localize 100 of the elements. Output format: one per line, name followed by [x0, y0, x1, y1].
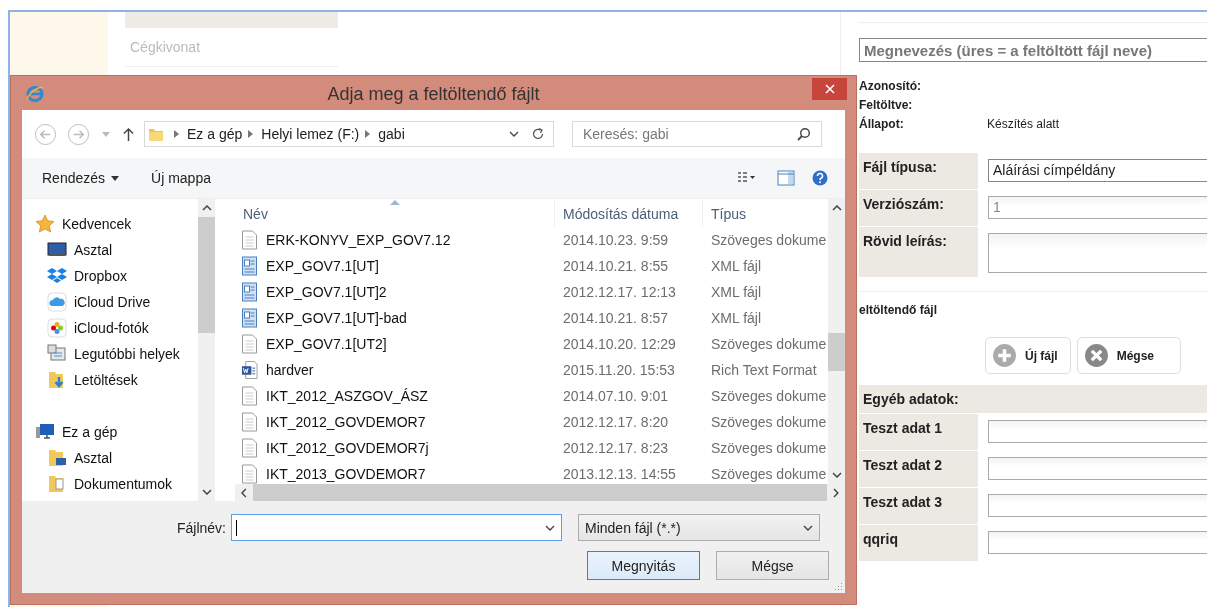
file-row[interactable]: EXP_GOV7.1[UT]-bad 2014.10.21. 8:57 XML fájl — [235, 305, 828, 331]
scroll-down-icon[interactable] — [201, 489, 212, 495]
dropdown-icon[interactable] — [803, 524, 813, 531]
file-type: Szöveges dokume — [710, 232, 828, 248]
organize-menu[interactable]: Rendezés — [32, 166, 130, 190]
info-value: Készítés alatt — [987, 116, 1060, 131]
nav-item[interactable]: Dropbox — [22, 263, 198, 289]
version-field[interactable]: 1 — [988, 196, 1207, 219]
nav-item[interactable]: Asztal — [22, 445, 198, 471]
input-field[interactable] — [988, 494, 1207, 517]
nav-item[interactable]: Legutóbbi helyek — [22, 341, 198, 367]
nav-item[interactable]: iCloud-fotók — [22, 315, 198, 341]
file-date: 2013.12.13. 14:55 — [562, 466, 677, 482]
forward-icon[interactable] — [67, 122, 90, 146]
scroll-up-icon[interactable] — [831, 205, 842, 211]
field-label: Teszt adat 1 — [859, 414, 978, 450]
file-name: IKT_2012_ASZGOV_ÁSZ — [266, 388, 428, 404]
input-field[interactable] — [988, 531, 1207, 554]
up-arrow-icon[interactable] — [123, 126, 134, 142]
cloud-icon — [47, 292, 67, 312]
file-row[interactable]: hardver 2015.11.20. 15:53 Rich Text Format — [235, 357, 828, 383]
info-label: Feltöltve: — [859, 97, 914, 112]
column-header[interactable]: Típus — [703, 199, 828, 227]
close-icon — [1083, 343, 1109, 368]
nav-item[interactable]: iCloud Drive — [22, 289, 198, 315]
file-row[interactable]: EXP_GOV7.1[UT]2 2012.12.17. 12:13 XML fájl — [235, 279, 828, 305]
file-date: 2014.10.21. 8:55 — [562, 258, 670, 274]
caret-icon[interactable] — [102, 131, 110, 137]
file-date: 2012.12.17. 8:20 — [562, 414, 670, 430]
address-bar[interactable]: Ez a gép Helyi lemez (F:) gabi — [144, 121, 554, 147]
scroll-down-icon[interactable] — [831, 472, 842, 478]
scroll-thumb[interactable] — [828, 333, 845, 371]
file-row[interactable]: IKT_2013_GOVDEMOR7 2013.12.13. 14:55 Szöveges dokume — [235, 461, 828, 484]
file-type-select[interactable]: Aláírási címpéldány — [988, 159, 1207, 182]
input-field[interactable] — [988, 420, 1207, 443]
name-field[interactable]: Megnevezés (üres = a feltöltött fájl neve) — [859, 38, 1207, 62]
field-label: qqriq — [859, 525, 978, 561]
scrollbar[interactable] — [198, 199, 215, 501]
file-name: IKT_2012_GOVDEMOR7 — [266, 414, 426, 430]
open-button[interactable]: Megnyitás — [587, 551, 700, 580]
column-header[interactable]: Módosítás dátuma — [555, 199, 703, 227]
field-label: Rövid leírás: — [859, 227, 978, 277]
file-name-field[interactable] — [231, 514, 562, 541]
text-file-icon — [241, 230, 258, 250]
xml-file-icon — [241, 308, 258, 328]
nav-item[interactable]: Kedvencek — [22, 211, 198, 237]
cancel-button[interactable]: Mégse — [1076, 337, 1182, 374]
chevron-icon — [365, 130, 371, 138]
file-row[interactable]: IKT_2012_GOVDEMOR7j 2012.12.17. 8:23 Szöveges dokume — [235, 435, 828, 461]
new-file-button[interactable]: Új fájl — [985, 337, 1071, 374]
star-icon — [35, 214, 55, 234]
scroll-thumb[interactable] — [198, 217, 215, 333]
sort-arrow-icon — [390, 200, 400, 205]
file-type: Szöveges dokume — [710, 466, 828, 482]
scroll-up-icon[interactable] — [201, 205, 212, 211]
breadcrumb[interactable]: gabi — [378, 126, 405, 142]
input-field[interactable] — [988, 457, 1207, 480]
nav-item[interactable]: Dokumentumok — [22, 471, 198, 497]
text-file-icon — [241, 412, 258, 432]
file-date: 2014.10.23. 9:59 — [562, 232, 670, 248]
file-type: XML fájl — [710, 258, 763, 274]
breadcrumb[interactable]: Ez a gép — [187, 126, 243, 142]
close-button[interactable] — [812, 78, 847, 100]
file-name: EXP_GOV7.1[UT]-bad — [266, 310, 407, 326]
file-row[interactable]: IKT_2012_ASZGOV_ÁSZ 2014.07.10. 9:01 Szöveges dokume — [235, 383, 828, 409]
help-icon[interactable] — [811, 170, 829, 186]
scroll-left-icon[interactable] — [241, 487, 247, 498]
description-field[interactable] — [988, 233, 1207, 273]
search-field[interactable]: Keresés: gabi — [572, 121, 822, 147]
dropdown-icon[interactable] — [509, 131, 519, 137]
field-label: Fájlnév: — [175, 519, 226, 536]
dropdown-icon[interactable] — [545, 524, 555, 531]
back-icon[interactable] — [34, 122, 57, 146]
file-row[interactable]: ERK-KONYV_EXP_GOV7.12 2014.10.23. 9:59 Szöveges dokume — [235, 227, 828, 253]
preview-pane-icon[interactable] — [777, 170, 795, 186]
nav-item[interactable]: Ez a gép — [22, 419, 198, 445]
file-row[interactable]: EXP_GOV7.1[UT2] 2014.10.20. 12:29 Szöveges dokume — [235, 331, 828, 357]
dropbox-icon — [47, 266, 67, 286]
file-type: Szöveges dokume — [710, 336, 828, 352]
documents-folder-icon — [47, 474, 67, 494]
scrollbar[interactable] — [828, 199, 845, 484]
file-type-dropdown[interactable]: Minden fájl (*.*) — [578, 514, 820, 541]
file-row[interactable]: EXP_GOV7.1[UT] 2014.10.21. 8:55 XML fájl — [235, 253, 828, 279]
scroll-right-icon[interactable] — [833, 487, 839, 498]
breadcrumb[interactable]: Helyi lemez (F:) — [261, 126, 360, 142]
nav-item[interactable]: Asztal — [22, 237, 198, 263]
nav-item[interactable]: Letöltések — [22, 367, 198, 393]
new-folder-button[interactable]: Új mappa — [141, 166, 221, 190]
resize-grip-icon[interactable] — [833, 581, 843, 591]
plus-icon — [992, 343, 1017, 368]
info-label: Állapot: — [859, 116, 905, 131]
cancel-button[interactable]: Mégse — [716, 551, 829, 580]
text-file-icon — [241, 464, 258, 484]
refresh-icon[interactable] — [531, 127, 545, 141]
file-name: IKT_2013_GOVDEMOR7 — [266, 466, 426, 482]
view-options-icon[interactable] — [737, 171, 755, 185]
file-type: Szöveges dokume — [710, 440, 828, 456]
file-row[interactable]: IKT_2012_GOVDEMOR7 2012.12.17. 8:20 Szöveges dokume — [235, 409, 828, 435]
recent-places-icon — [47, 344, 67, 364]
chevron-icon — [248, 130, 254, 138]
